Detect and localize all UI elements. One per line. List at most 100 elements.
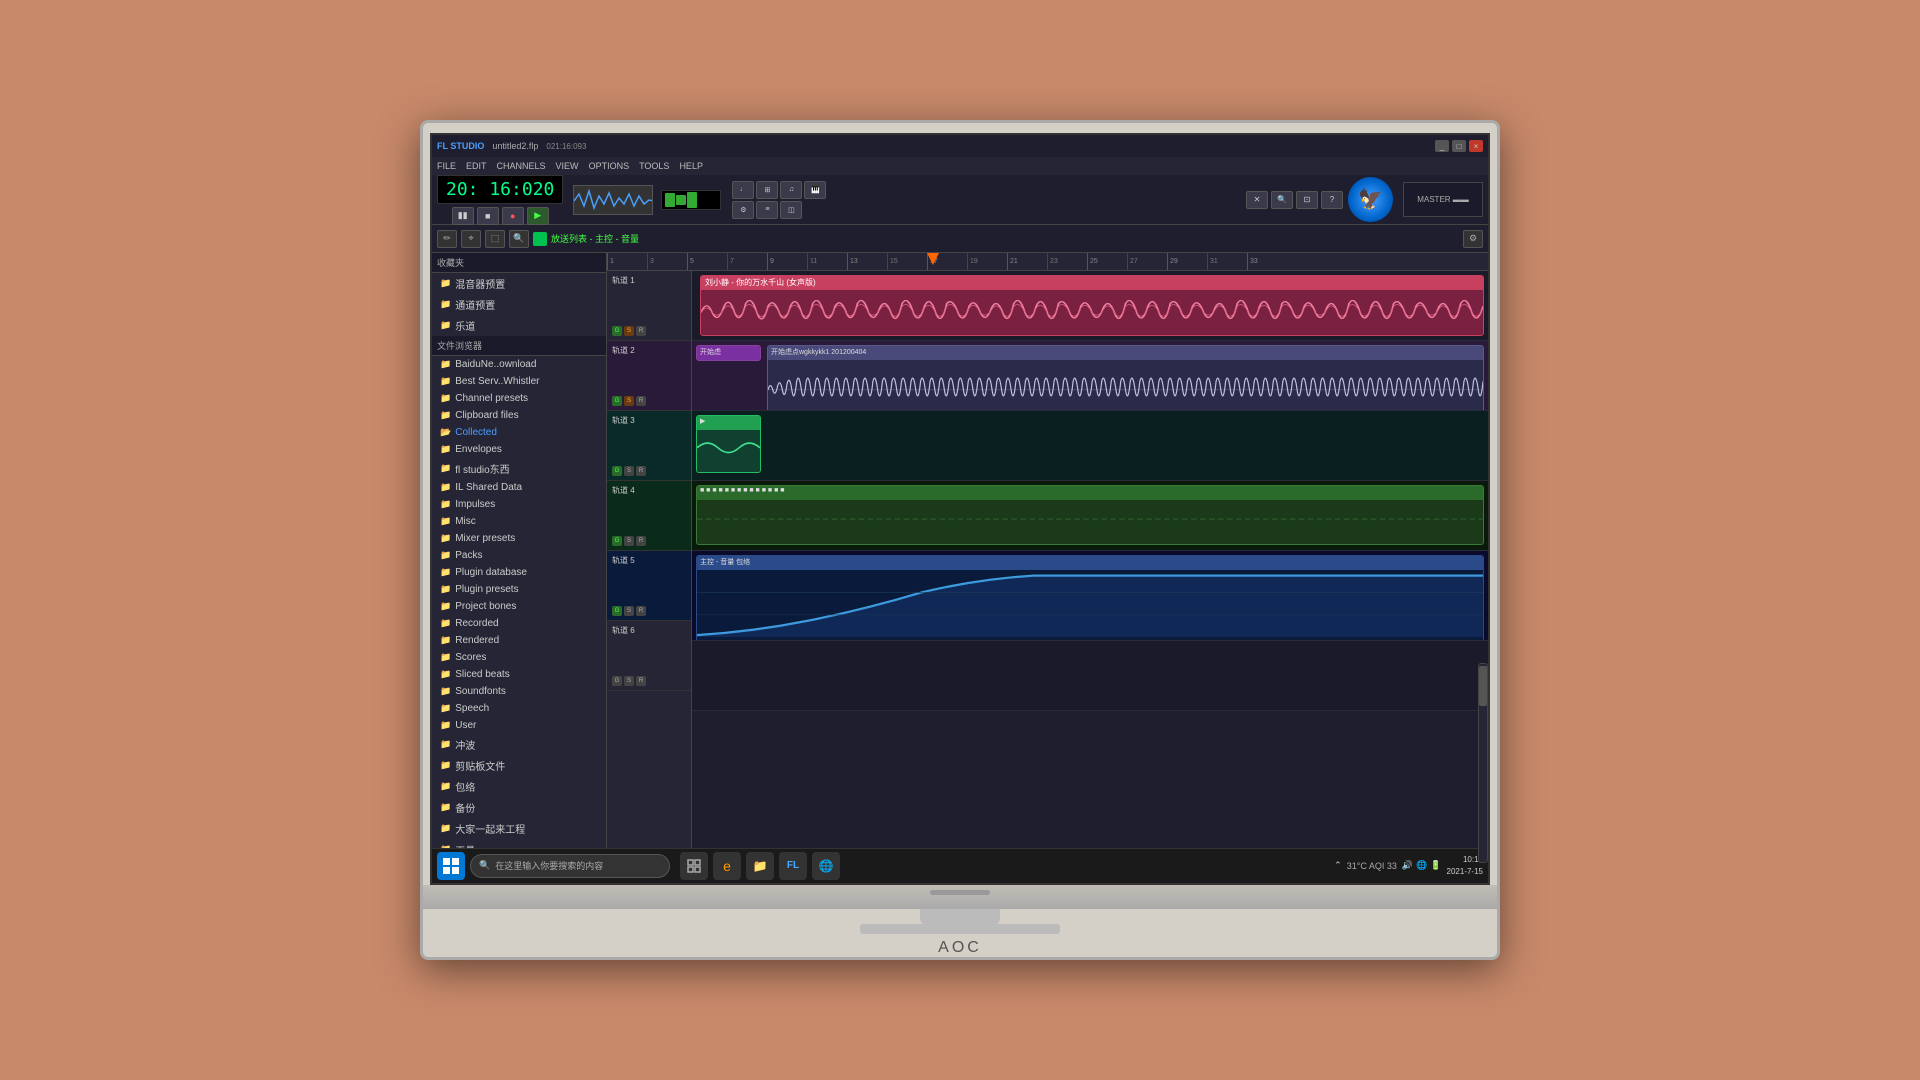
clip-vocal-1[interactable]: 刘小静 - 你的万水千山 (女声版) <box>700 275 1484 336</box>
sidebar-item-sliced-beats[interactable]: 📁 Sliced beats <box>432 666 606 683</box>
sidebar-item-baidu[interactable]: 📁 BaiduNe..ownload <box>432 356 606 373</box>
record-btn-4[interactable]: R <box>636 536 646 546</box>
sidebar-item-mixpresets[interactable]: 📁 混音器预置 <box>432 273 606 294</box>
mute-btn-4[interactable]: G <box>612 536 622 546</box>
sidebar-item-project-cn[interactable]: 📁 大家一起来工程 <box>432 818 606 839</box>
minimize-btn[interactable]: _ <box>1435 140 1449 152</box>
record-btn-1[interactable]: R <box>636 326 646 336</box>
clip-purple-small[interactable]: 开始虑 <box>696 345 761 361</box>
solo-btn-3[interactable]: S <box>624 466 634 476</box>
record-btn[interactable]: ● <box>502 207 524 225</box>
sidebar-item-scores[interactable]: 📁 Scores <box>432 649 606 666</box>
clip-white-wave[interactable]: 开始虑点wgkkykk1 201200404 <box>767 345 1484 411</box>
pause-btn[interactable]: ▮▮ <box>452 207 474 225</box>
menu-options[interactable]: OPTIONS <box>589 161 630 171</box>
solo-btn-6[interactable]: S <box>624 676 634 686</box>
sidebar-item-rendered[interactable]: 📁 Rendered <box>432 632 606 649</box>
btn-7[interactable]: ◫ <box>780 201 802 219</box>
track-label-3[interactable]: 轨道 3 G S R <box>607 411 691 481</box>
sidebar-item-backup[interactable]: 📁 备份 <box>432 797 606 818</box>
sidebar-item-collected[interactable]: 📂 Collected <box>432 424 606 441</box>
track-row-1[interactable]: 刘小静 - 你的万水千山 (女声版) <box>692 271 1488 341</box>
solo-btn-4[interactable]: S <box>624 536 634 546</box>
track-label-5[interactable]: 轨道 5 G S R <box>607 551 691 621</box>
tool-btn-3[interactable]: ⊡ <box>1296 191 1318 209</box>
track-row-5[interactable]: 主控 - 音量 包络 <box>692 551 1488 641</box>
mute-btn-1[interactable]: G <box>612 326 622 336</box>
sidebar-item-chongbo[interactable]: 📁 冲波 <box>432 734 606 755</box>
maximize-btn[interactable]: □ <box>1452 140 1466 152</box>
files-btn[interactable]: 📁 <box>746 852 774 880</box>
play-btn[interactable]: ▶ <box>527 207 549 225</box>
sidebar-item-channel-presets[interactable]: 📁 Channel presets <box>432 390 606 407</box>
settings-icon[interactable]: ⚙ <box>1463 230 1483 248</box>
mute-btn-6[interactable]: G <box>612 676 622 686</box>
zoom-icon[interactable]: 🔍 <box>509 230 529 248</box>
sidebar-item-impulses[interactable]: 📁 Impulses <box>432 496 606 513</box>
tool-btn-1[interactable]: ✕ <box>1246 191 1268 209</box>
solo-btn-1[interactable]: S <box>624 326 634 336</box>
record-btn-6[interactable]: R <box>636 676 646 686</box>
sidebar-item-clipboard[interactable]: 📁 Clipboard files <box>432 407 606 424</box>
sidebar-item-plugin-db[interactable]: 📁 Plugin database <box>432 564 606 581</box>
sidebar-item-clipboard-cn[interactable]: 📁 剪贴板文件 <box>432 755 606 776</box>
browser-btn[interactable]: 🌐 <box>812 852 840 880</box>
clip-teal[interactable]: ▶ <box>696 415 761 473</box>
menu-edit[interactable]: EDIT <box>466 161 487 171</box>
track-label-6[interactable]: 轨道 6 G S R <box>607 621 691 691</box>
sidebar-item-speech[interactable]: 📁 Speech <box>432 700 606 717</box>
taskview-btn[interactable] <box>680 852 708 880</box>
track-row-2[interactable]: 开始虑 开始虑点wgkkykk1 201200404 <box>692 341 1488 411</box>
start-button[interactable] <box>437 852 465 880</box>
btn-6[interactable]: ≡ <box>756 201 778 219</box>
tool-btn-2[interactable]: 🔍 <box>1271 191 1293 209</box>
btn-1[interactable]: ♩ <box>732 181 754 199</box>
sidebar-item-recorded[interactable]: 📁 Recorded <box>432 615 606 632</box>
menu-channels[interactable]: CHANNELS <box>497 161 546 171</box>
sidebar-item-tracks[interactable]: 📁 乐道 <box>432 315 606 336</box>
solo-btn-5[interactable]: S <box>624 606 634 616</box>
monitor-button[interactable] <box>930 890 990 895</box>
solo-btn-2[interactable]: S <box>624 396 634 406</box>
track-row-6[interactable] <box>692 641 1488 711</box>
btn-2[interactable]: ⊞ <box>756 181 778 199</box>
mute-btn-5[interactable]: G <box>612 606 622 616</box>
mute-btn-3[interactable]: G <box>612 466 622 476</box>
sidebar-item-channelpresets[interactable]: 📁 通道预置 <box>432 294 606 315</box>
btn-5[interactable]: ⚙ <box>732 201 754 219</box>
vscroll-bar[interactable] <box>1478 663 1488 848</box>
stop-btn[interactable]: ■ <box>477 207 499 225</box>
menu-view[interactable]: VIEW <box>556 161 579 171</box>
fl-btn[interactable]: FL <box>779 852 807 880</box>
erase-icon[interactable]: ⬚ <box>485 230 505 248</box>
record-btn-2[interactable]: R <box>636 396 646 406</box>
record-btn-5[interactable]: R <box>636 606 646 616</box>
sidebar-item-project-bones[interactable]: 📁 Project bones <box>432 598 606 615</box>
menu-help[interactable]: HELP <box>679 161 703 171</box>
sidebar-item-flstudio[interactable]: 📁 fl studio东西 <box>432 458 606 479</box>
record-btn-3[interactable]: R <box>636 466 646 476</box>
track-row-4[interactable]: ■ ■ ■ ■ ■ ■ ■ ■ ■ ■ ■ ■ ■ ■ <box>692 481 1488 551</box>
btn-4[interactable]: 🎹 <box>804 181 826 199</box>
menu-tools[interactable]: TOOLS <box>639 161 669 171</box>
sidebar-item-envelope-cn[interactable]: 📁 包络 <box>432 776 606 797</box>
draw-icon[interactable]: ✏ <box>437 230 457 248</box>
select-icon[interactable]: ⌖ <box>461 230 481 248</box>
ie-btn[interactable]: e <box>713 852 741 880</box>
sidebar-item-user[interactable]: 📁 User <box>432 717 606 734</box>
sidebar-item-envelopes[interactable]: 📁 Envelopes <box>432 441 606 458</box>
track-label-1[interactable]: 轨道 1 G S R <box>607 271 691 341</box>
close-btn[interactable]: × <box>1469 140 1483 152</box>
clip-green-full[interactable]: ■ ■ ■ ■ ■ ■ ■ ■ ■ ■ ■ ■ ■ ■ <box>696 485 1484 545</box>
sidebar-item-plugin-presets[interactable]: 📁 Plugin presets <box>432 581 606 598</box>
sidebar-item-bestserv[interactable]: 📁 Best Serv..Whistler <box>432 373 606 390</box>
sidebar-item-packs[interactable]: 📁 Packs <box>432 547 606 564</box>
mute-btn-2[interactable]: G <box>612 396 622 406</box>
track-label-2[interactable]: 轨道 2 G S R <box>607 341 691 411</box>
taskbar-search[interactable]: 🔍 在这里输入你要搜索的内容 <box>470 854 670 878</box>
menu-file[interactable]: FILE <box>437 161 456 171</box>
track-label-4[interactable]: 轨道 4 G S R <box>607 481 691 551</box>
vscroll-thumb[interactable] <box>1479 666 1487 706</box>
sidebar-item-ilshared[interactable]: 📁 IL Shared Data <box>432 479 606 496</box>
track-row-3[interactable]: ▶ <box>692 411 1488 481</box>
